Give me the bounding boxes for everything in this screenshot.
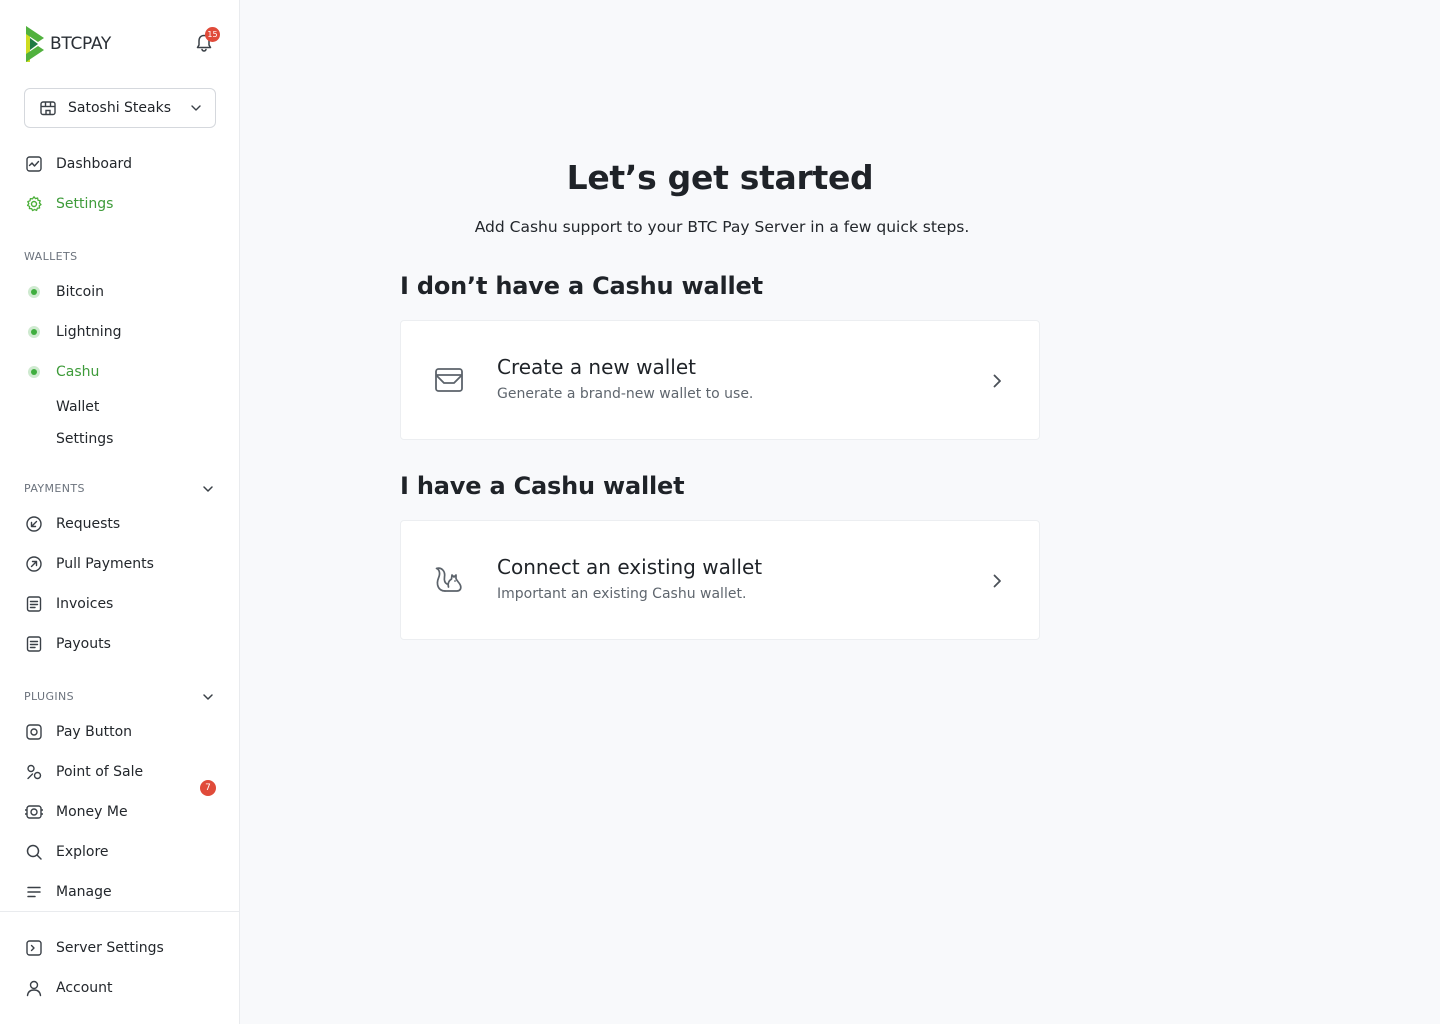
nav-requests-label: Requests — [56, 516, 121, 532]
nav-requests[interactable]: Requests — [24, 510, 216, 538]
user-icon — [24, 978, 44, 998]
wallet-bitcoin-label: Bitcoin — [56, 284, 105, 300]
wallet-bitcoin[interactable]: Bitcoin — [24, 278, 216, 306]
invoice-icon — [24, 594, 44, 614]
nav-payouts[interactable]: Payouts — [24, 630, 216, 658]
nav-dashboard-label: Dashboard — [56, 156, 132, 172]
nav-pay-button-label: Pay Button — [56, 724, 133, 740]
page-title: Let’s get started — [566, 158, 874, 197]
payout-icon — [24, 634, 44, 654]
nav-server-settings[interactable]: Server Settings — [24, 934, 216, 962]
plugins-section-label: PLUGINS — [24, 690, 75, 703]
wallets-section-label: WALLETS — [24, 250, 78, 263]
nav-invoices[interactable]: Invoices — [24, 590, 216, 618]
point-of-sale-icon — [24, 762, 44, 782]
store-selector[interactable]: Satoshi Steaks — [24, 88, 216, 128]
store-name: Satoshi Steaks — [68, 100, 171, 116]
status-dot-icon — [24, 322, 44, 342]
nav-pay-button[interactable]: Pay Button — [24, 718, 216, 746]
nav-settings-label: Settings — [56, 196, 114, 212]
wallet-cashu[interactable]: Cashu — [24, 358, 216, 386]
cashu-settings-link[interactable]: Settings — [56, 431, 113, 447]
create-wallet-card[interactable]: Create a new wallet Generate a brand-new… — [400, 320, 1040, 440]
store-icon — [40, 101, 56, 116]
nav-manage-label: Manage — [56, 884, 112, 900]
nav-point-of-sale[interactable]: Point of Sale — [24, 758, 216, 786]
nav-pull-payments-label: Pull Payments — [56, 556, 154, 572]
dashboard-icon — [24, 154, 44, 174]
money-icon — [24, 802, 44, 822]
nav-money-me-label: Money Me — [56, 804, 128, 820]
have-wallet-heading: I have a Cashu wallet — [400, 472, 685, 500]
squirrel-icon — [435, 567, 462, 592]
nav-settings[interactable]: Settings — [24, 190, 216, 218]
pay-button-icon — [24, 722, 44, 742]
brand-name: BTCPAY — [50, 34, 111, 54]
nav-payouts-label: Payouts — [56, 636, 111, 652]
nav-server-settings-label: Server Settings — [56, 940, 164, 956]
sidebar: BTCPAY 15 Satoshi Steaks Dashboard Setti… — [0, 0, 240, 1024]
page-subtitle: Add Cashu support to your BTC Pay Server… — [474, 218, 970, 236]
chevron-right-icon — [993, 374, 1001, 388]
wallet-lightning-label: Lightning — [56, 324, 122, 340]
nav-account[interactable]: Account — [24, 974, 216, 1002]
chevron-down-icon — [191, 105, 201, 111]
arrow-down-left-circle-icon — [24, 514, 44, 534]
nav-invoices-label: Invoices — [56, 596, 114, 612]
list-icon — [24, 882, 44, 902]
chevron-right-icon — [993, 574, 1001, 588]
connect-wallet-title: Connect an existing wallet — [497, 555, 763, 579]
no-wallet-heading: I don’t have a Cashu wallet — [400, 272, 763, 300]
gear-icon — [24, 194, 44, 214]
nav-dashboard[interactable]: Dashboard — [24, 150, 216, 178]
status-dot-icon — [24, 282, 44, 302]
notification-count-badge: 15 — [205, 27, 220, 42]
money-me-badge: 7 — [200, 780, 216, 796]
search-icon — [24, 842, 44, 862]
nav-manage[interactable]: Manage — [24, 878, 216, 906]
status-dot-icon — [24, 362, 44, 382]
nav-point-of-sale-label: Point of Sale — [56, 764, 144, 780]
brand-logo[interactable]: BTCPAY — [24, 24, 111, 64]
connect-wallet-card[interactable]: Connect an existing wallet Important an … — [400, 520, 1040, 640]
payments-section-label: PAYMENTS — [24, 482, 85, 495]
nav-pull-payments[interactable]: Pull Payments — [24, 550, 216, 578]
btcpay-logo-icon — [26, 26, 44, 62]
nav-account-label: Account — [56, 980, 113, 996]
chevron-down-icon[interactable] — [200, 689, 216, 705]
create-wallet-description: Generate a brand-new wallet to use. — [497, 386, 754, 402]
nav-explore[interactable]: Explore — [24, 838, 216, 866]
wallet-lightning[interactable]: Lightning — [24, 318, 216, 346]
cashu-wallet-link[interactable]: Wallet — [56, 399, 99, 415]
nav-money-me[interactable]: Money Me — [24, 798, 216, 826]
sidebar-footer-divider — [0, 911, 240, 912]
wallet-icon — [435, 368, 463, 392]
connect-wallet-description: Important an existing Cashu wallet. — [497, 586, 747, 602]
wallet-cashu-label: Cashu — [56, 364, 100, 380]
terminal-icon — [24, 938, 44, 958]
nav-explore-label: Explore — [56, 844, 109, 860]
chevron-down-icon[interactable] — [200, 481, 216, 497]
arrow-up-right-circle-icon — [24, 554, 44, 574]
create-wallet-title: Create a new wallet — [497, 355, 696, 379]
